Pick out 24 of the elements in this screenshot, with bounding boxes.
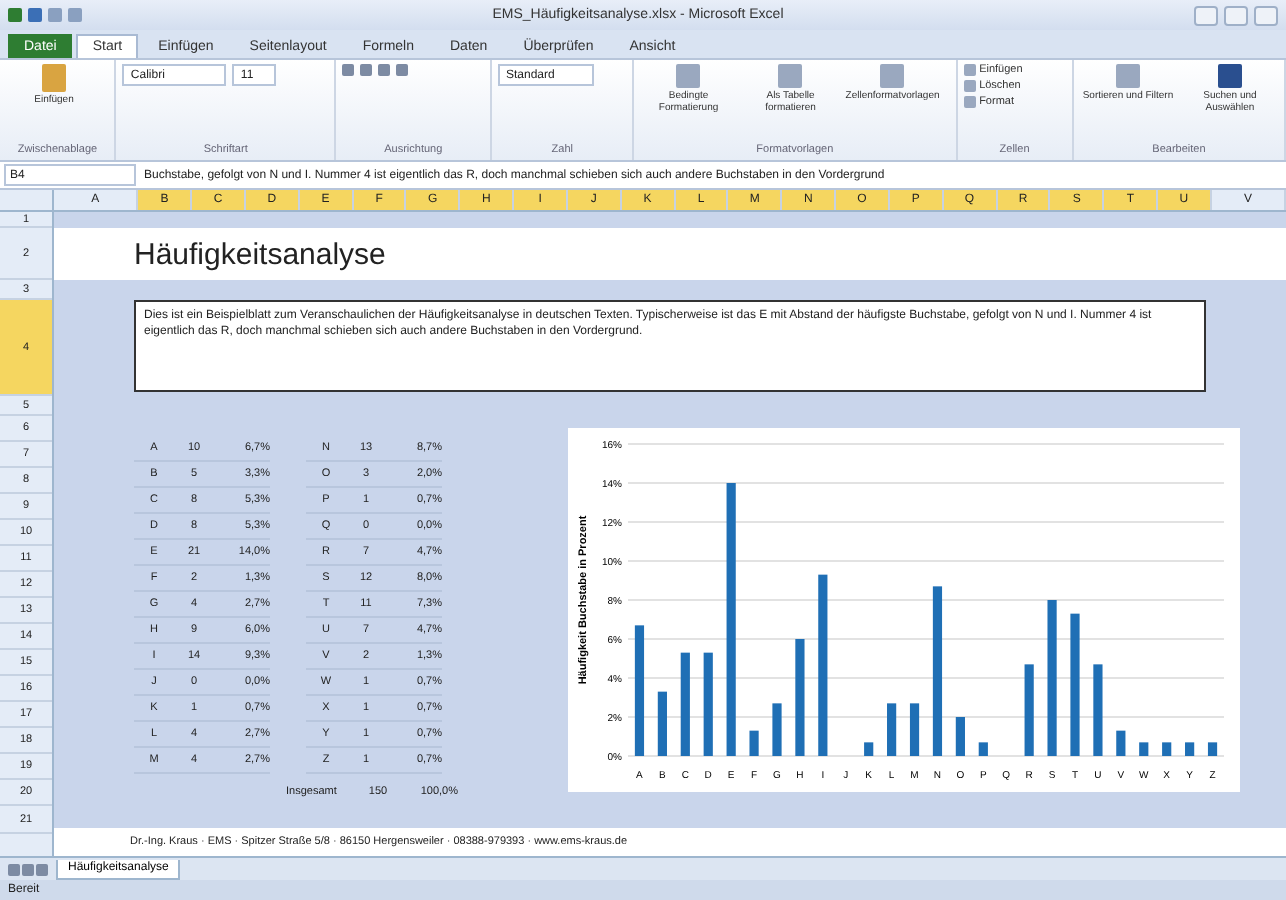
bar [909,703,920,756]
minimize-button[interactable] [1194,5,1218,25]
bar [955,717,965,756]
bar [657,691,667,756]
bar [1162,742,1172,756]
bar [634,625,645,756]
bar [749,730,759,756]
bar [978,742,988,756]
bar [1139,742,1149,756]
bar [703,652,713,756]
bar [1207,742,1218,756]
bar [1024,664,1034,756]
sheet-title: Häufigkeitsanalyse [134,237,386,271]
close-button[interactable] [1254,5,1278,25]
bar [864,742,874,756]
bar [1093,664,1103,756]
bar [1070,613,1080,756]
maximize-button[interactable] [1224,5,1248,25]
bar [887,703,897,756]
bar [795,639,805,756]
bar [680,652,690,756]
bar [1116,730,1126,756]
bar [1185,742,1195,756]
bar [772,703,782,756]
